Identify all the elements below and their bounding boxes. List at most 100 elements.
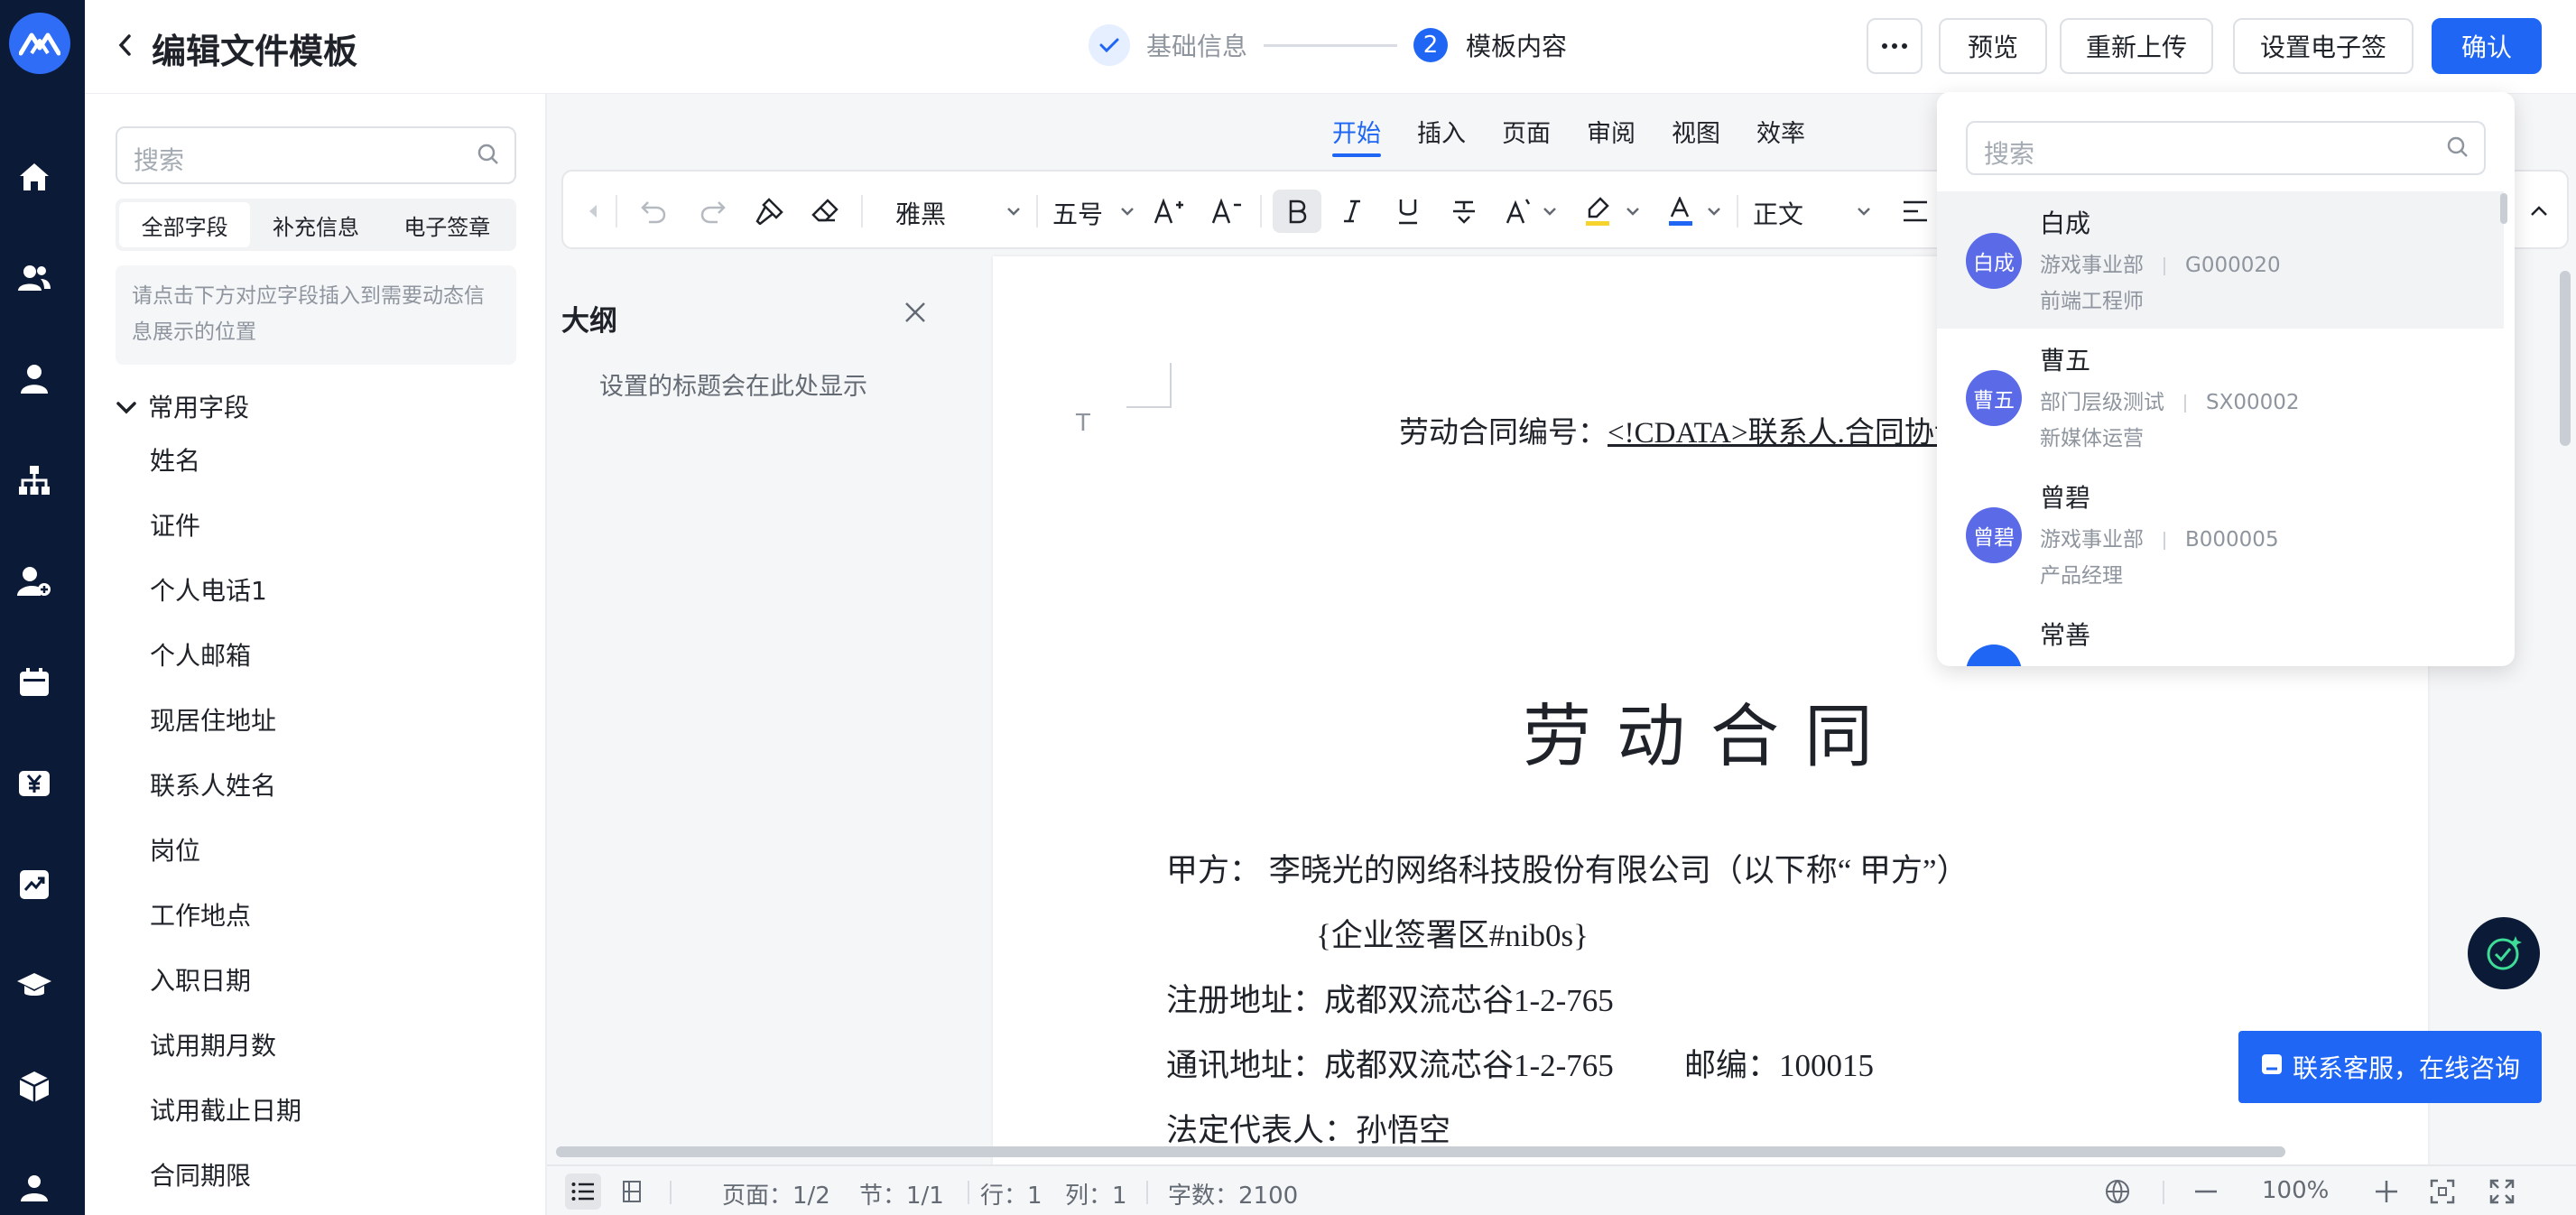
horizontal-scrollbar[interactable] xyxy=(547,1143,2576,1161)
zoom-out-icon[interactable] xyxy=(2188,1173,2224,1210)
search-icon[interactable] xyxy=(2446,135,2469,162)
user-icon[interactable] xyxy=(16,361,52,397)
report-icon[interactable] xyxy=(16,867,52,903)
person-option[interactable]: 白成 白成 游戏事业部 G000020 前端工程师 xyxy=(1937,191,2504,329)
font-size-select[interactable]: 五号 xyxy=(1052,195,1103,231)
customer-support-button[interactable]: 联系客服，在线咨询 xyxy=(2238,1031,2542,1103)
tab-insert[interactable]: 插入 xyxy=(1417,114,1466,153)
set-esign-button[interactable]: 设置电子签 xyxy=(2233,18,2414,74)
chevron-down-icon[interactable] xyxy=(1114,190,1141,233)
person-name: 白成 xyxy=(2040,209,2091,238)
field-search-input[interactable]: 搜索 xyxy=(116,126,516,184)
chevron-down-icon[interactable] xyxy=(1000,190,1027,233)
contract-number-line[interactable]: 劳动合同编号：<!CDATA>联系人.合同协议 xyxy=(1399,408,1964,451)
preview-button[interactable]: 预览 xyxy=(1939,18,2047,74)
highlight-icon[interactable] xyxy=(1578,190,1617,233)
ai-assistant-button[interactable] xyxy=(2468,917,2540,989)
reupload-button[interactable]: 重新上传 xyxy=(2060,18,2213,74)
home-icon[interactable] xyxy=(16,159,52,195)
step-template-content[interactable]: 模板内容 xyxy=(1466,27,1567,63)
more-button[interactable] xyxy=(1867,18,1923,74)
chevron-down-icon[interactable] xyxy=(116,392,137,422)
fullscreen-icon[interactable] xyxy=(2484,1173,2520,1210)
field-item[interactable]: 个人电话1 xyxy=(150,569,511,634)
fit-page-icon[interactable] xyxy=(2424,1173,2460,1210)
team-icon[interactable] xyxy=(16,260,52,296)
search-icon[interactable] xyxy=(477,143,500,170)
close-icon[interactable] xyxy=(903,300,928,329)
tab-view[interactable]: 视图 xyxy=(1672,114,1720,153)
undo-icon[interactable] xyxy=(634,190,673,233)
collapse-left-icon[interactable] xyxy=(579,190,607,233)
tab-extra-info[interactable]: 补充信息 xyxy=(250,202,381,247)
format-painter-icon[interactable] xyxy=(749,190,789,233)
tab-start[interactable]: 开始 xyxy=(1332,114,1381,157)
field-item[interactable]: 个人邮箱 xyxy=(150,634,511,699)
person-option[interactable]: 曾碧 曾碧 游戏事业部 B000005 产品经理 xyxy=(1937,466,2504,603)
tab-esign-seal[interactable]: 电子签章 xyxy=(382,202,513,247)
profile-icon[interactable] xyxy=(16,1170,52,1206)
text-effect-icon[interactable] xyxy=(1498,190,1538,233)
tab-page[interactable]: 页面 xyxy=(1502,114,1551,153)
italic-icon[interactable] xyxy=(1332,190,1372,233)
chevron-up-icon[interactable] xyxy=(2524,190,2554,233)
contract-number-field[interactable]: <!CDATA>联系人.合同协议 xyxy=(1608,417,1964,450)
tab-review[interactable]: 审阅 xyxy=(1587,114,1635,153)
payroll-icon[interactable] xyxy=(16,765,52,802)
chevron-down-icon[interactable] xyxy=(1621,190,1645,233)
person-option[interactable]: 常善 xyxy=(1937,603,2504,666)
person-search-input[interactable]: 搜索 xyxy=(1966,121,2486,175)
scrollbar-thumb[interactable] xyxy=(556,1146,2285,1157)
tab-efficiency[interactable]: 效率 xyxy=(1756,114,1805,153)
zoom-in-icon[interactable] xyxy=(2368,1173,2405,1210)
mailing-address-line[interactable]: 通讯地址：成都双流芯谷1-2-765 xyxy=(1166,1040,1614,1086)
font-color-icon[interactable] xyxy=(1661,190,1700,233)
bold-icon[interactable] xyxy=(1273,190,1321,233)
field-item[interactable]: 岗位 xyxy=(150,829,511,894)
registered-address-line[interactable]: 注册地址：成都双流芯谷1-2-765 xyxy=(1166,975,1614,1021)
logo-icon[interactable] xyxy=(9,13,70,74)
field-item[interactable]: 工作地点 xyxy=(150,894,511,959)
field-item[interactable]: 证件 xyxy=(150,504,511,569)
training-icon[interactable] xyxy=(16,968,52,1004)
align-left-icon[interactable] xyxy=(1897,190,1933,233)
package-icon[interactable] xyxy=(16,1069,52,1105)
back-button[interactable] xyxy=(117,27,143,63)
field-item[interactable]: 联系人姓名 xyxy=(150,764,511,829)
person-option[interactable]: 曹五 曹五 部门层级测试 SX00002 新媒体运营 xyxy=(1937,329,2504,466)
vertical-scrollbar[interactable] xyxy=(2560,271,2571,446)
org-chart-icon[interactable] xyxy=(16,462,52,498)
postcode-line[interactable]: 邮编：100015 xyxy=(1684,1040,1874,1086)
language-icon[interactable] xyxy=(2099,1173,2136,1210)
seal-placeholder[interactable]: {企业签署区#nib0s} xyxy=(1316,910,1589,956)
party-a-line[interactable]: 甲方： 李晓光的网络科技股份有限公司（以下称“ 甲方”） xyxy=(1166,845,1969,891)
page-view-icon[interactable] xyxy=(614,1173,650,1210)
document-heading[interactable]: 劳动合同 xyxy=(993,681,2428,780)
chevron-down-icon[interactable] xyxy=(1702,190,1726,233)
field-item[interactable]: 现居住地址 xyxy=(150,699,511,764)
field-item[interactable]: 试用截止日期 xyxy=(150,1089,511,1154)
calendar-icon[interactable] xyxy=(16,664,52,700)
field-item[interactable]: 姓名 xyxy=(150,439,511,504)
step-basic-info[interactable]: 基础信息 xyxy=(1146,27,1247,63)
common-fields-group[interactable]: 常用字段 xyxy=(116,388,249,424)
add-user-icon[interactable] xyxy=(16,563,52,599)
strikethrough-icon[interactable] xyxy=(1444,190,1484,233)
decrease-font-icon[interactable] xyxy=(1206,190,1246,233)
chevron-down-icon[interactable] xyxy=(1850,190,1877,233)
chevron-down-icon[interactable] xyxy=(1538,190,1561,233)
increase-font-icon[interactable] xyxy=(1148,190,1188,233)
field-item[interactable]: 入职日期 xyxy=(150,959,511,1024)
tab-all-fields[interactable]: 全部字段 xyxy=(119,202,251,247)
redo-icon[interactable] xyxy=(693,190,733,233)
zoom-level[interactable]: 100% xyxy=(2262,1177,2329,1204)
underline-icon[interactable] xyxy=(1388,190,1428,233)
confirm-button[interactable]: 确认 xyxy=(2432,18,2542,74)
dropdown-scrollbar[interactable] xyxy=(2500,193,2507,224)
font-family-select[interactable]: 雅黑 xyxy=(895,195,946,231)
paragraph-style-select[interactable]: 正文 xyxy=(1753,195,1803,231)
field-item[interactable]: 合同期限 xyxy=(150,1154,511,1215)
field-item[interactable]: 试用期月数 xyxy=(150,1024,511,1089)
eraser-icon[interactable] xyxy=(805,190,845,233)
list-view-icon[interactable] xyxy=(565,1173,601,1210)
